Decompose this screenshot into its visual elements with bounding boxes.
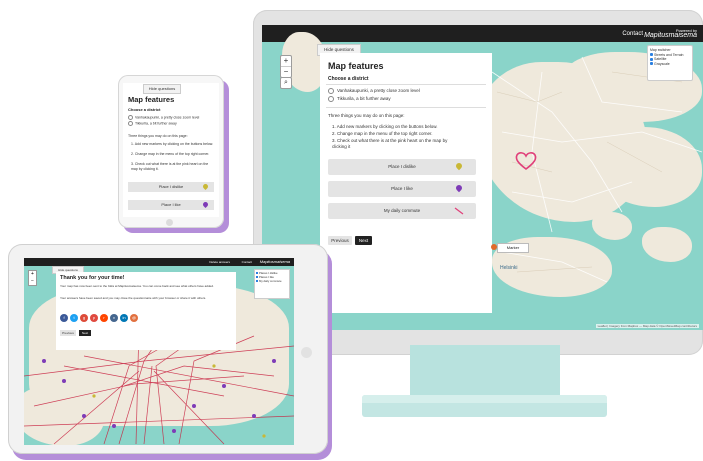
checkbox[interactable] <box>256 276 258 278</box>
contact-link[interactable]: Contact <box>622 31 643 37</box>
app-topbar: Contact Powered by Mapitusmaisema <box>262 25 703 42</box>
city-label: Helsinki <box>500 265 518 271</box>
checkbox[interactable] <box>650 53 653 57</box>
phone-screen: Hide questions Map features Choose a dis… <box>123 83 219 217</box>
google-plus-icon[interactable]: g <box>80 314 88 322</box>
zoom-control: + − <box>28 270 37 286</box>
page-title: Thank you for your time! <box>60 275 125 281</box>
phone-home-button[interactable] <box>166 219 173 226</box>
radio-button[interactable] <box>128 115 133 120</box>
instruction-item: 2. Change map in the menu of the top rig… <box>131 152 210 156</box>
radio-option[interactable]: Tikkurila, a bit further away <box>128 121 177 126</box>
thank-you-text: Your map has now been sent to the folks … <box>60 284 214 288</box>
checkbox[interactable] <box>650 62 653 66</box>
commute-line-icon <box>454 207 464 215</box>
layer-option[interactable]: My daily commute <box>256 279 288 283</box>
layer-switcher[interactable]: Places I dislike Places I like My daily … <box>254 269 290 299</box>
radio-option[interactable]: Tikkurila, a bit further away <box>328 96 391 102</box>
radio-button[interactable] <box>328 96 334 102</box>
marker-label: Marker <box>497 243 529 253</box>
yellow-pin-icon <box>454 161 464 171</box>
previous-button[interactable]: Previous <box>328 236 352 245</box>
hide-questions-tab[interactable]: Hide questions <box>143 84 181 94</box>
search-icon[interactable]: ⌕ <box>280 77 292 89</box>
yellow-pin-icon <box>201 182 210 191</box>
layer-switcher[interactable]: Map switcher Streets and Terrain Satelli… <box>647 45 693 81</box>
radio-option[interactable]: Vanhakaupunki, a pretty close zoom level <box>128 115 199 120</box>
share-buttons: f t g p r v in @ <box>60 306 140 324</box>
monitor-stand-neck <box>410 345 560 400</box>
instruction-item: 1. Add new markers by clicking on the bu… <box>131 142 214 146</box>
instruction-item: 2. Change map in the menu of the top rig… <box>332 131 433 136</box>
questionnaire-panel: Map features Choose a district Vanhakaup… <box>320 53 492 313</box>
zoom-control: + − <box>280 55 292 78</box>
delete-answers-link[interactable]: Delete answers <box>209 260 230 264</box>
zoom-in-button[interactable]: + <box>281 56 291 67</box>
page-title: Map features <box>128 95 175 104</box>
question-heading: Choose a district <box>328 76 369 82</box>
map-attribution: Leaflet | Imagery from Mapbox — Map data… <box>595 324 699 328</box>
checkbox[interactable] <box>650 57 653 61</box>
layer-option[interactable]: Grayscale <box>650 62 690 67</box>
reddit-icon[interactable]: r <box>100 314 108 322</box>
twitter-icon[interactable]: t <box>70 314 78 322</box>
linkedin-icon[interactable]: in <box>120 314 128 322</box>
divider <box>326 107 486 108</box>
facebook-icon[interactable]: f <box>60 314 68 322</box>
tablet-screen: Delete answers Contact Mapitusmaisema + … <box>24 258 294 445</box>
instruction-item: 1. Add new markers by clicking on the bu… <box>332 124 438 129</box>
purple-pin-icon <box>201 200 210 209</box>
page-title: Map features <box>328 61 384 71</box>
divider <box>326 84 486 85</box>
place-like-button[interactable]: Place I like <box>128 200 214 210</box>
pink-heart-icon[interactable] <box>514 151 538 171</box>
share-text: Your answers have been saved and you may… <box>60 296 207 300</box>
zoom-out-button[interactable]: − <box>281 67 291 77</box>
instruction-item: 3. Check out what there is at the pink h… <box>332 138 448 149</box>
zoom-in-button[interactable]: + <box>29 271 36 278</box>
app-topbar: Delete answers Contact Mapitusmaisema <box>24 258 294 266</box>
daily-commute-button[interactable]: My daily commute <box>328 203 476 219</box>
vk-icon[interactable]: v <box>110 314 118 322</box>
previous-button[interactable]: Previous <box>60 330 76 336</box>
next-button[interactable]: Next <box>355 236 372 245</box>
place-dislike-button[interactable]: Place I dislike <box>328 159 476 175</box>
zoom-out-button[interactable]: − <box>29 278 36 285</box>
brand-logo: Mapitusmaisema <box>259 259 290 264</box>
monitor-stand-base-top <box>362 395 607 403</box>
tablet-home-button[interactable] <box>301 347 312 358</box>
brand-logo: Powered by Mapitusmaisema <box>644 28 697 39</box>
next-button[interactable]: Next <box>79 330 91 336</box>
radio-button[interactable] <box>128 121 133 126</box>
email-icon[interactable]: @ <box>130 314 138 322</box>
purple-pin-icon <box>454 183 464 193</box>
question-heading: Choose a district <box>128 107 161 112</box>
instructions-heading: Three things you may do on this page: <box>128 134 188 138</box>
place-like-button[interactable]: Place I like <box>328 181 476 197</box>
place-dislike-button[interactable]: Place I dislike <box>128 182 214 192</box>
radio-option[interactable]: Vanhakaupunki, a pretty close zoom level <box>328 88 420 94</box>
instruction-item: 3. Check out what there is at the pink h… <box>131 162 209 171</box>
checkbox[interactable] <box>256 272 258 274</box>
pinterest-icon[interactable]: p <box>90 314 98 322</box>
checkbox[interactable] <box>256 280 258 282</box>
radio-button[interactable] <box>328 88 334 94</box>
instructions-heading: Three things you may do on this page: <box>328 113 405 118</box>
questionnaire-panel: Thank you for your time! Your map has no… <box>56 272 236 350</box>
contact-link[interactable]: Contact <box>242 260 252 264</box>
